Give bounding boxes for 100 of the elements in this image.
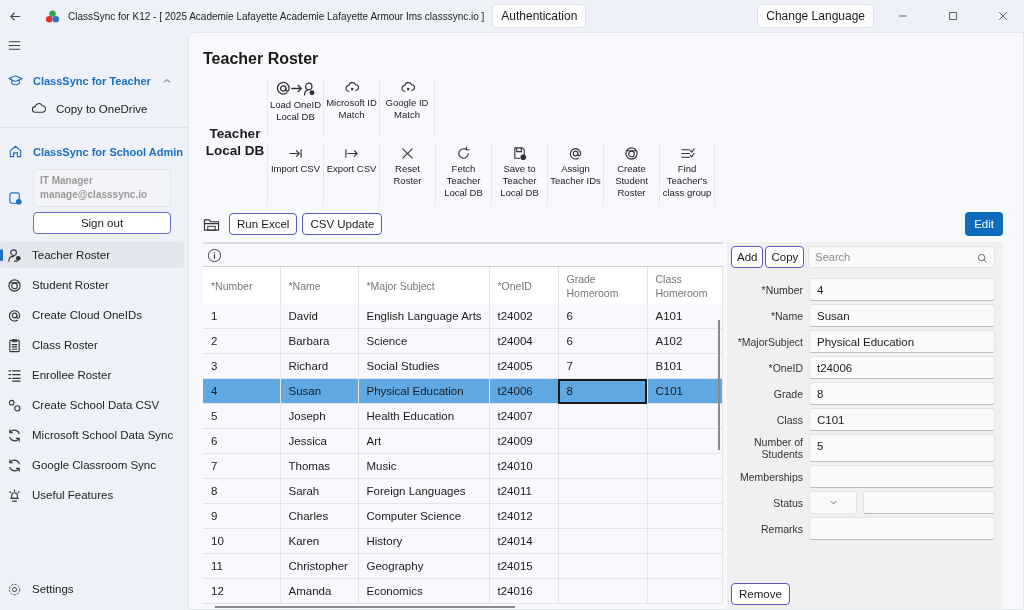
table-cell: t24002 — [489, 304, 558, 329]
maximize-icon[interactable] — [947, 10, 959, 22]
copy-button[interactable]: Copy — [765, 246, 805, 268]
account-email: manage@classsync.io — [40, 188, 148, 202]
table-cell: 10 — [203, 528, 280, 554]
input-field[interactable] — [863, 491, 995, 514]
column-header[interactable]: Grade Homeroom — [558, 267, 647, 304]
nav-item[interactable]: Microsoft School Data Sync — [0, 422, 184, 448]
account-icon — [8, 191, 23, 206]
ribbon-button[interactable]: Fetch Teacher Local DB — [435, 144, 491, 206]
import-icon — [288, 146, 303, 161]
nav-item[interactable]: Class Roster — [0, 332, 184, 358]
settings-icon — [7, 581, 22, 597]
nav-item[interactable]: Teacher Roster — [0, 242, 184, 268]
nav-item[interactable]: Create Cloud OneIDs — [0, 302, 184, 328]
folder-icon[interactable] — [203, 216, 220, 232]
section-title[interactable]: ClassSync for Teacher — [33, 74, 151, 87]
input-field[interactable] — [809, 465, 995, 488]
group-label: Teacher Local DB — [204, 125, 266, 159]
column-header[interactable]: *Name — [280, 267, 358, 304]
ribbon-button[interactable]: Save to Teacher Local DB — [491, 144, 547, 206]
list-icon — [7, 367, 22, 383]
field-label: Status — [772, 496, 803, 509]
ribbon-button[interactable]: Export CSV — [323, 144, 379, 206]
sync-icon — [7, 457, 22, 473]
input-field[interactable]: 5 — [809, 434, 995, 462]
search-icon[interactable] — [977, 253, 988, 264]
table-cell: t24005 — [489, 353, 558, 379]
scrollbar[interactable] — [718, 320, 720, 450]
search-field[interactable]: Search — [808, 246, 995, 268]
add-button[interactable]: Add — [731, 246, 764, 268]
chevron-icon — [828, 498, 838, 507]
edit-button[interactable]: Edit — [965, 212, 1003, 236]
authentication-button[interactable]: Authentication — [492, 4, 587, 28]
run-excel-button[interactable]: Run Excel — [229, 213, 298, 235]
nav-item[interactable]: Copy to OneDrive — [56, 102, 148, 115]
table-cell: t24016 — [489, 578, 558, 604]
table-cell: 9 — [203, 503, 280, 529]
cloud-icon — [399, 80, 415, 95]
field-label: *OneID — [767, 361, 803, 374]
input-field[interactable]: t24006 — [809, 356, 995, 379]
table-cell: Barbara — [280, 328, 358, 354]
column-header[interactable]: *OneID — [489, 267, 558, 304]
column-header[interactable]: *Major Subject — [358, 267, 489, 304]
ribbon-button[interactable]: Assign Teacher IDs — [547, 144, 603, 206]
sign-out-button[interactable]: Sign out — [33, 212, 171, 234]
input-field[interactable]: 4 — [809, 278, 995, 301]
table-cell: 7 — [558, 353, 647, 379]
home-icon — [8, 144, 23, 159]
field-label: Class — [775, 413, 803, 426]
info-icon[interactable] — [207, 247, 222, 263]
ribbon-button[interactable]: Google ID Match — [379, 78, 435, 138]
menu-icon[interactable] — [7, 38, 22, 53]
table-cell: 12 — [203, 578, 280, 604]
section-title[interactable]: ClassSync for School Admin — [33, 145, 183, 158]
close-icon[interactable] — [997, 10, 1009, 22]
teacher-icon — [7, 247, 22, 263]
column-header[interactable]: Class Homeroom — [647, 267, 723, 304]
table-cell: David — [280, 304, 358, 329]
sync-icon — [7, 427, 22, 443]
table-cell: History — [358, 528, 489, 554]
nav-item[interactable]: Create School Data CSV — [0, 392, 184, 418]
table-cell: Foreign Languages — [358, 478, 489, 504]
export-icon — [344, 146, 359, 161]
table-cell: Sarah — [280, 478, 358, 504]
ribbon-button[interactable]: Create Student Roster — [603, 144, 659, 206]
nav-item[interactable]: Enrollee Roster — [0, 362, 184, 388]
table-cell: Karen — [280, 528, 358, 554]
settings-item[interactable]: Settings — [0, 576, 184, 602]
input-field[interactable] — [809, 517, 995, 540]
field-label: Grade — [772, 387, 803, 400]
field-label: Memberships — [738, 470, 803, 483]
input-field[interactable]: C101 — [809, 408, 995, 431]
input-field[interactable]: Physical Education — [809, 330, 995, 353]
table-cell: t24010 — [489, 453, 558, 479]
ribbon-button[interactable]: Reset Roster — [379, 144, 435, 206]
nav-item[interactable]: Student Roster — [0, 272, 184, 298]
remove-button[interactable]: Remove — [731, 583, 790, 605]
window-title: ClassSync for K12 - [ 2025 Academie Lafayette Academie Lafayette Armour Ims classsync.io ] — [68, 10, 485, 22]
nav-item[interactable]: Google Classroom Sync — [0, 452, 184, 478]
status-dropdown[interactable] — [809, 491, 857, 514]
table-cell: t24004 — [489, 328, 558, 354]
input-field[interactable]: Susan — [809, 304, 995, 327]
ribbon-button[interactable]: Import CSV — [267, 144, 323, 206]
table-cell: 3 — [203, 353, 280, 379]
table-cell: Physical Education — [358, 378, 489, 404]
table-cell: Jessica — [280, 428, 358, 454]
change-language-button[interactable]: Change Language — [757, 4, 874, 28]
graduation-cap-icon — [8, 73, 23, 88]
column-header[interactable]: *Number — [203, 267, 280, 304]
field-label: Remarks — [760, 522, 803, 535]
input-field[interactable]: 8 — [809, 382, 995, 405]
scrollbar[interactable] — [215, 606, 515, 608]
ribbon-button[interactable]: Find Teacher's class group — [659, 144, 715, 206]
ribbon-button[interactable]: Microsoft ID Match — [323, 78, 379, 138]
ribbon-button[interactable]: Load OneID Local DB — [267, 78, 323, 138]
table-cell: Health Education — [358, 403, 489, 429]
csv-update-button[interactable]: CSV Update — [302, 213, 383, 235]
table-cell: Charles — [280, 503, 358, 529]
nav-item[interactable]: Useful Features — [0, 482, 184, 508]
